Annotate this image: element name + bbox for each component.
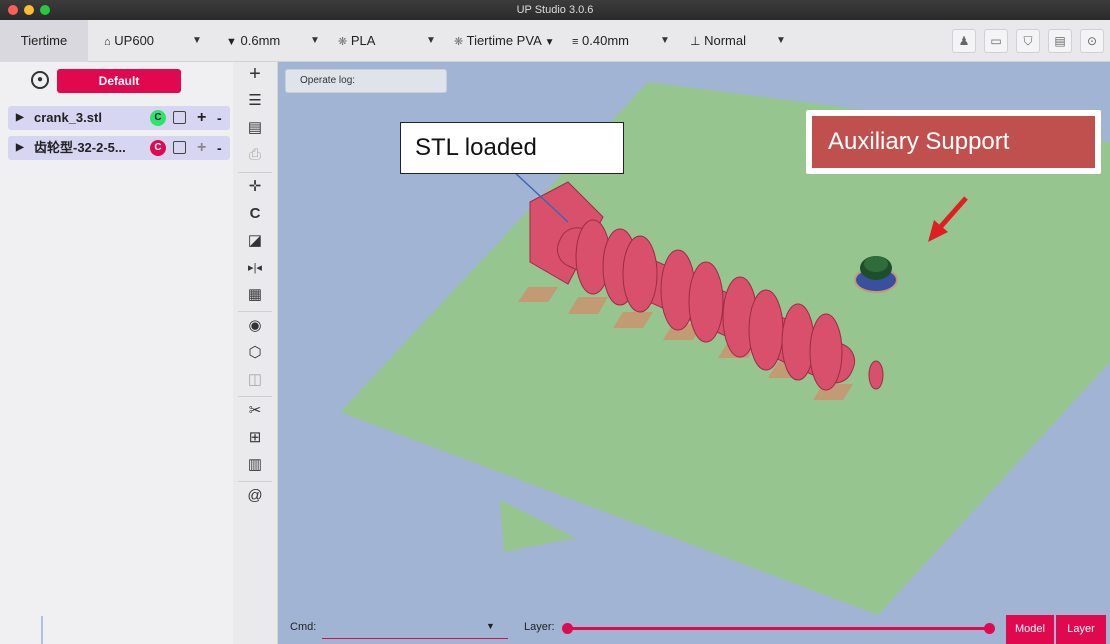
top-toolbar: Tiertime ⌂ UP600 ▼ ▼ 0.6mm ▼ ❋ PLA ▼ ❋ T…	[0, 20, 1110, 62]
cube-icon[interactable]: ⬡	[243, 341, 267, 365]
material-select[interactable]: ❋ PLA ▼	[338, 20, 438, 62]
document-icon[interactable]: ▤	[1048, 29, 1072, 53]
tool-divider	[238, 481, 272, 482]
chevron-down-icon[interactable]: ▼	[486, 621, 495, 631]
operate-log[interactable]: Operate log:	[285, 69, 447, 93]
nozzle-icon: ▼	[226, 36, 237, 48]
layer-label: Layer:	[524, 621, 555, 633]
model-mode-button[interactable]: Model	[1006, 615, 1054, 644]
expand-arrow-icon[interactable]: ▶	[16, 106, 24, 130]
3d-viewport[interactable]: Operate log: STL loaded Auxiliary Suppor…	[278, 62, 1110, 615]
view-icon[interactable]: ◉	[243, 314, 267, 338]
layers-icon: ≡	[572, 36, 579, 48]
nozzle-select[interactable]: ▼ 0.6mm ▼	[226, 20, 326, 62]
close-window-icon[interactable]	[8, 5, 18, 15]
printer-icon: ⌂	[104, 36, 111, 48]
chevron-down-icon: ▼	[192, 35, 202, 46]
front-indicator	[500, 500, 576, 552]
support-material-select[interactable]: ❋ Tiertime PVA ▼	[454, 20, 558, 62]
cmd-input[interactable]	[322, 617, 508, 639]
support-material-value: Tiertime PVA	[466, 33, 542, 48]
expand-arrow-icon[interactable]: ▶	[16, 136, 24, 160]
column-icon[interactable]: ▥	[243, 453, 267, 477]
cmd-label: Cmd:	[290, 621, 317, 633]
maximize-window-icon[interactable]	[40, 5, 50, 15]
rotate-icon[interactable]: C	[243, 202, 267, 226]
print-icon[interactable]: ⎙	[243, 143, 267, 167]
tool-column: + ☰ ▤ ⎙ ✛ C ◪ ▸|◂ ▦ ◉ ⬡ ◫ ✂ ⊞ ▥ @	[233, 62, 278, 644]
tool-divider	[238, 396, 272, 397]
user-icon[interactable]: ♟	[952, 29, 976, 53]
quality-icon: ⊥	[690, 34, 701, 48]
tool-divider	[238, 172, 272, 173]
bottom-bar: Cmd: ▼ Layer: Model Layer	[278, 615, 1110, 644]
tool-divider	[238, 311, 272, 312]
plus-icon[interactable]: +	[197, 106, 206, 130]
model-row[interactable]: ▶ 齿轮型-32-2-5... C + -	[8, 136, 230, 160]
layer-height-select[interactable]: ≡ 0.40mm ▼	[572, 20, 672, 62]
save-icon[interactable]	[173, 141, 186, 154]
quality-value: Normal	[704, 33, 746, 48]
minus-icon[interactable]: -	[217, 106, 222, 130]
save-icon[interactable]	[173, 111, 186, 124]
model-list-panel: ● Default ▶ crank_3.stl C + - ▶ 齿轮型-32-2…	[0, 62, 233, 644]
layer-slider[interactable]	[566, 627, 992, 630]
layer-slider-start-handle[interactable]	[562, 623, 573, 634]
model-name: crank_3.stl	[34, 110, 102, 125]
mirror-icon[interactable]: ▸|◂	[243, 256, 267, 280]
brand-tab[interactable]: Tiertime	[0, 20, 88, 62]
axis-orientation-icon	[41, 616, 43, 644]
auxiliary-support-label: Auxiliary Support	[812, 116, 1095, 168]
add-icon[interactable]: +	[243, 62, 267, 86]
scale-icon[interactable]: ◪	[243, 229, 267, 253]
move-icon[interactable]: ✛	[243, 175, 267, 199]
printer-value: UP600	[114, 33, 155, 48]
layout-icon[interactable]: ▦	[243, 283, 267, 307]
chevron-down-icon: ▼	[660, 35, 670, 46]
model-badge[interactable]: C	[150, 110, 166, 126]
layer-slider-end-handle[interactable]	[984, 623, 995, 634]
model-row[interactable]: ▶ crank_3.stl C + -	[8, 106, 230, 130]
default-profile-button[interactable]: Default	[57, 69, 181, 93]
plus-icon[interactable]: +	[197, 136, 206, 160]
at-icon[interactable]: @	[243, 484, 267, 508]
chevron-down-icon: ▼	[426, 35, 436, 46]
stl-loaded-callout: STL loaded	[400, 122, 624, 174]
chevron-down-icon: ▼	[776, 35, 786, 46]
grid-icon[interactable]: ⊞	[243, 426, 267, 450]
minimize-window-icon[interactable]	[24, 5, 34, 15]
nozzle-value: 0.6mm	[240, 33, 281, 48]
model-name: 齿轮型-32-2-5...	[34, 140, 126, 155]
title-bar: UP Studio 3.0.6	[0, 0, 1110, 20]
quality-select[interactable]: ⊥ Normal ▼	[690, 20, 790, 62]
database-icon[interactable]: ☰	[243, 89, 267, 113]
settings-icon[interactable]: ⊙	[1080, 29, 1104, 53]
layer-mode-button[interactable]: Layer	[1056, 615, 1106, 644]
spool-icon: ❋	[338, 36, 348, 48]
gear-icon[interactable]: ●	[31, 71, 49, 89]
minus-icon[interactable]: -	[217, 136, 222, 160]
layer-height-value: 0.40mm	[582, 33, 630, 48]
printer-select[interactable]: ⌂ UP600 ▼	[104, 20, 216, 62]
material-value: PLA	[350, 33, 376, 48]
repair-icon[interactable]: ✂	[243, 399, 267, 423]
speaker-icon[interactable]: ◫	[243, 368, 267, 392]
printer-icon[interactable]: ▭	[984, 29, 1008, 53]
window-title: UP Studio 3.0.6	[516, 4, 594, 16]
auxiliary-support-callout: Auxiliary Support	[806, 110, 1101, 174]
search-doc-icon[interactable]: ▤	[243, 116, 267, 140]
chevron-down-icon: ▼	[310, 35, 320, 46]
shirt-icon[interactable]: ⛉	[1016, 29, 1040, 53]
model-badge[interactable]: C	[150, 140, 166, 156]
spool-icon: ❋	[454, 36, 464, 48]
chevron-down-icon: ▼	[544, 37, 555, 48]
